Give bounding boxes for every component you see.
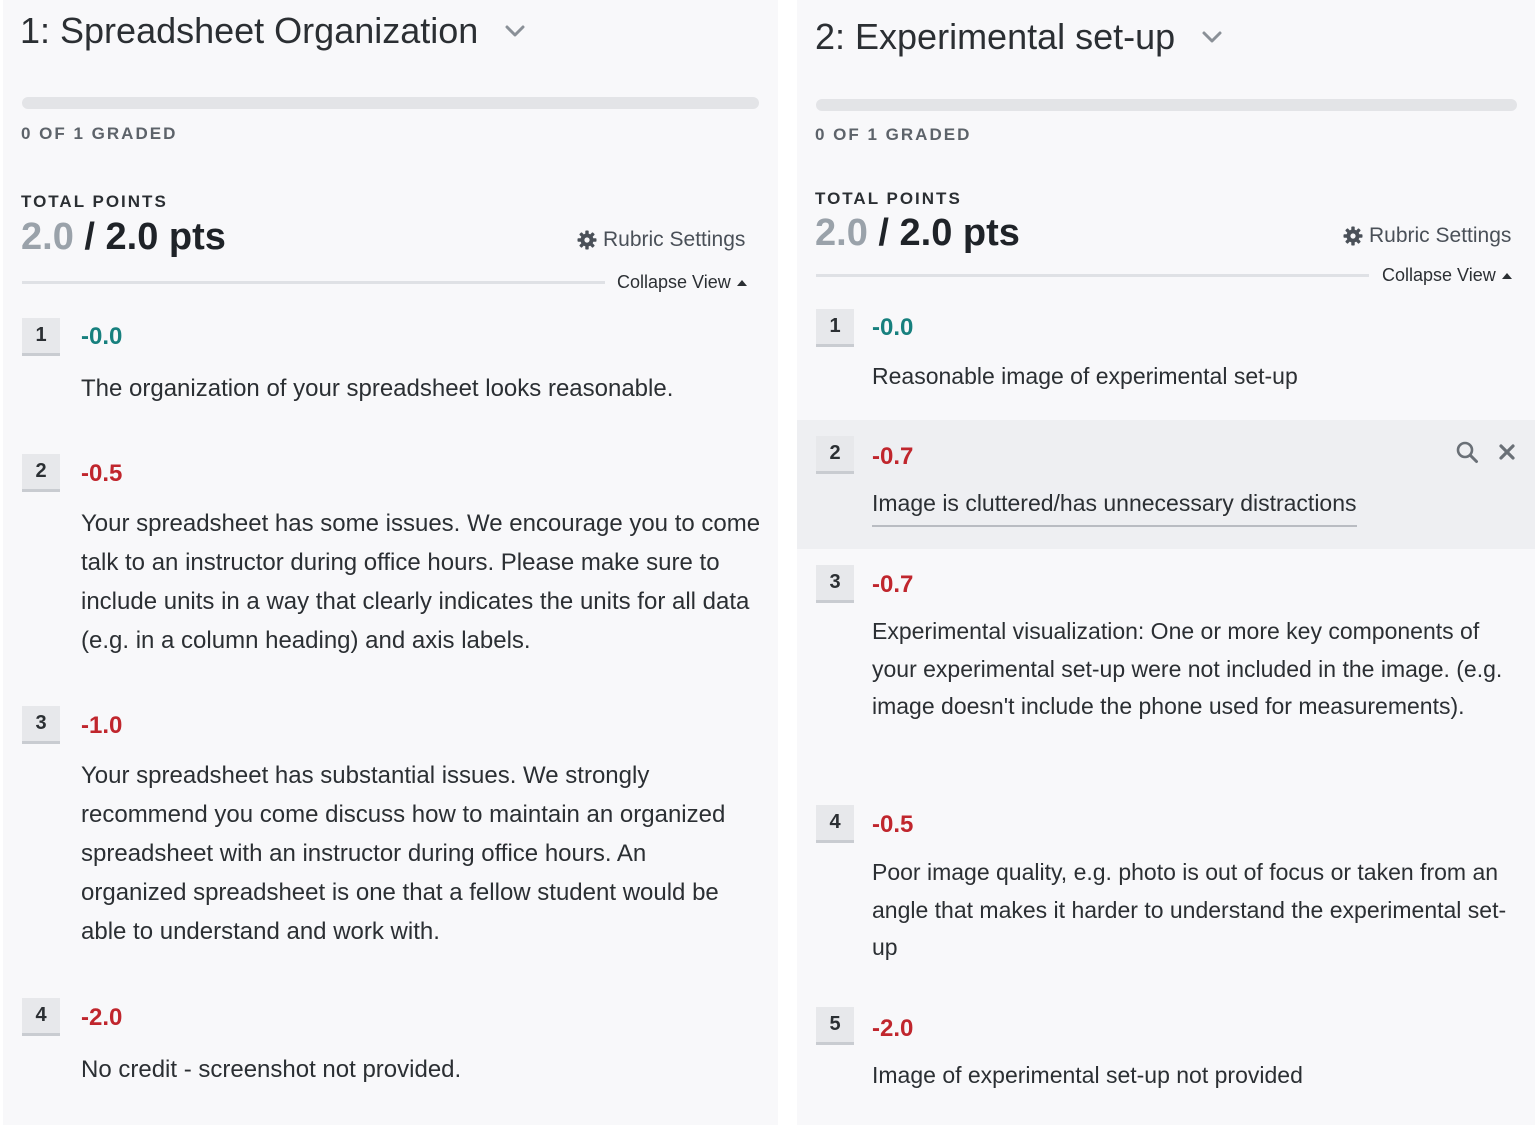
rubric-item-points[interactable]: -2.0 (872, 1015, 913, 1043)
rubric-item-number[interactable]: 1 (22, 318, 60, 356)
possible-points: 2.0 pts (105, 216, 226, 258)
rubric-item-description[interactable]: Experimental visualization: One or more … (872, 613, 1522, 726)
rubric-item-points[interactable]: -2.0 (81, 1004, 122, 1032)
possible-points: 2.0 pts (899, 212, 1020, 254)
points-separator: / (867, 212, 900, 254)
rubric-item-description[interactable]: Image is cluttered/has unnecessary distr… (872, 485, 1527, 527)
chevron-down-icon[interactable] (1201, 26, 1223, 48)
rubric-item-number[interactable]: 2 (22, 454, 60, 492)
caret-up-icon (1501, 272, 1512, 279)
rubric-item-number[interactable]: 4 (816, 805, 854, 843)
rubric-item-description[interactable]: No credit - screenshot not provided. (81, 1050, 771, 1089)
collapse-view-label: Collapse View (1382, 265, 1496, 285)
question-title-text: 1: Spreadsheet Organization (20, 10, 479, 51)
question-title-text: 2: Experimental set-up (815, 16, 1176, 57)
rubric-item-number[interactable]: 4 (22, 998, 60, 1036)
earned-points: 2.0 (21, 216, 74, 258)
rubric-panel-spreadsheet-organization: 1: Spreadsheet Organization 0 OF 1 GRADE… (3, 0, 778, 1125)
points-separator: / (73, 216, 106, 258)
rubric-item-points[interactable]: -1.0 (81, 712, 122, 740)
collapse-view-button[interactable]: Collapse View (1382, 265, 1512, 286)
rubric-item-description[interactable]: Your spreadsheet has some issues. We enc… (81, 504, 771, 660)
divider (816, 274, 1369, 277)
rubric-item-points[interactable]: -0.0 (872, 314, 913, 342)
graded-count: 0 OF 1 GRADED (815, 125, 972, 144)
total-points-value: 2.0 / 2.0 pts (815, 212, 1020, 255)
rubric-item-description[interactable]: Image of experimental set-up not provide… (872, 1057, 1527, 1095)
collapse-view-label: Collapse View (617, 272, 731, 292)
rubric-item-description[interactable]: Poor image quality, e.g. photo is out of… (872, 854, 1527, 967)
gear-icon (1343, 226, 1363, 246)
rubric-item-description-text: Image is cluttered/has unnecessary distr… (872, 485, 1357, 527)
rubric-item-number[interactable]: 2 (816, 436, 854, 474)
total-points-value: 2.0 / 2.0 pts (21, 216, 226, 259)
rubric-item-description[interactable]: Reasonable image of experimental set-up (872, 358, 1527, 396)
rubric-item-description[interactable]: Your spreadsheet has substantial issues.… (81, 756, 731, 951)
close-icon[interactable] (1498, 443, 1516, 461)
rubric-item-number[interactable]: 3 (22, 706, 60, 744)
rubric-settings-button[interactable]: Rubric Settings (1343, 224, 1511, 248)
rubric-settings-label: Rubric Settings (1369, 224, 1512, 247)
total-points-label: TOTAL POINTS (815, 189, 962, 208)
rubric-item-points[interactable]: -0.0 (81, 323, 122, 351)
search-icon[interactable] (1455, 440, 1479, 464)
graded-count: 0 OF 1 GRADED (21, 124, 178, 143)
rubric-item-number[interactable]: 1 (816, 309, 854, 347)
rubric-settings-button[interactable]: Rubric Settings (577, 228, 745, 252)
rubric-item-description[interactable]: The organization of your spreadsheet loo… (81, 369, 771, 408)
grading-progress-bar (816, 99, 1517, 111)
rubric-item-number[interactable]: 5 (816, 1007, 854, 1045)
rubric-item-points[interactable]: -0.7 (872, 571, 913, 599)
rubric-item-points[interactable]: -0.5 (872, 811, 913, 839)
earned-points: 2.0 (815, 212, 868, 254)
rubric-panel-experimental-setup: 2: Experimental set-up 0 OF 1 GRADED TOT… (797, 0, 1535, 1125)
rubric-item-points[interactable]: -0.5 (81, 460, 122, 488)
total-points-label: TOTAL POINTS (21, 192, 168, 211)
grading-progress-bar (22, 97, 759, 109)
question-title[interactable]: 2: Experimental set-up (815, 16, 1223, 58)
question-title[interactable]: 1: Spreadsheet Organization (20, 10, 526, 52)
divider (22, 281, 605, 284)
gear-icon (577, 230, 597, 250)
caret-up-icon (736, 279, 747, 286)
chevron-down-icon[interactable] (504, 20, 526, 42)
rubric-settings-label: Rubric Settings (603, 228, 746, 251)
rubric-item-points[interactable]: -0.7 (872, 443, 913, 471)
collapse-view-button[interactable]: Collapse View (617, 272, 747, 293)
rubric-item-number[interactable]: 3 (816, 565, 854, 603)
